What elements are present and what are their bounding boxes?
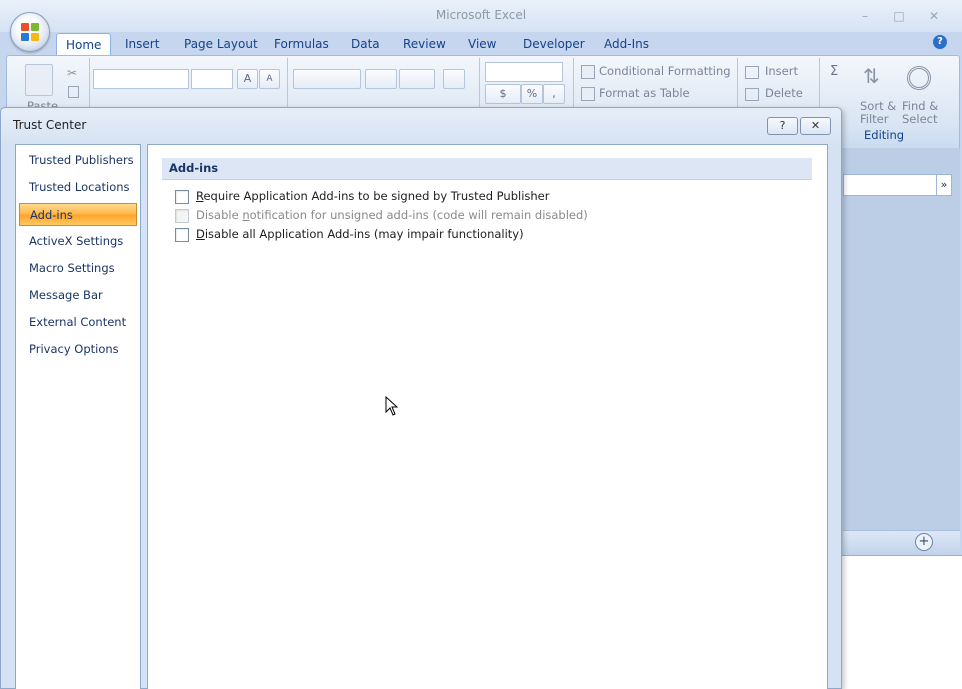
nav-item-add-ins[interactable]: Add-ins	[19, 203, 137, 226]
format-as-table-button[interactable]: Format as Table	[599, 86, 690, 100]
grow-font-button[interactable]: A	[237, 69, 258, 89]
autosum-icon[interactable]: Σ	[830, 64, 838, 79]
section-header: Add-ins	[162, 158, 812, 180]
nav-item-message-bar[interactable]: Message Bar	[19, 284, 137, 307]
maximize-button[interactable]: □	[888, 8, 910, 24]
nav-item-trusted-publishers[interactable]: Trusted Publishers	[19, 149, 137, 172]
add-ins-panel: Add-ins Require Application Add-ins to b…	[147, 144, 828, 689]
excel-title-bar: Microsoft Excel – □ ✕	[0, 0, 962, 32]
dialog-help-button[interactable]: ?	[767, 117, 798, 135]
tab-view[interactable]: View	[459, 33, 505, 55]
disable-notification-checkbox	[175, 209, 189, 223]
ribbon-help-icon[interactable]: ?	[933, 35, 947, 49]
conditional-formatting-icon	[581, 65, 595, 79]
trust-center-dialog: Trust Center ? ✕ Trusted Publishers Trus…	[0, 107, 842, 689]
delete-cells-button[interactable]: Delete	[765, 86, 803, 100]
section-title: Add-ins	[169, 161, 219, 175]
insert-cells-icon	[745, 66, 759, 79]
tab-add-ins[interactable]: Add-Ins	[595, 33, 658, 55]
trust-center-nav: Trusted Publishers Trusted Locations Add…	[15, 144, 141, 689]
font-size-box[interactable]	[191, 69, 233, 89]
close-window-button[interactable]: ✕	[923, 8, 945, 24]
nav-item-trusted-locations[interactable]: Trusted Locations	[19, 176, 137, 199]
tab-formulas[interactable]: Formulas	[265, 33, 338, 55]
vertical-align-buttons[interactable]	[293, 69, 361, 89]
expand-formula-bar-icon[interactable]: »	[936, 174, 952, 196]
find-select-label-2[interactable]: Select	[902, 112, 937, 126]
tab-data[interactable]: Data	[342, 33, 389, 55]
editing-group-label: Editing	[864, 128, 905, 142]
tab-developer[interactable]: Developer	[514, 33, 594, 55]
tab-review[interactable]: Review	[394, 33, 455, 55]
percent-button[interactable]: %	[521, 84, 543, 104]
find-select-icon	[907, 66, 931, 90]
office-button[interactable]	[10, 12, 50, 52]
sort-filter-icon: ⇅	[863, 64, 880, 88]
format-as-table-icon	[581, 87, 595, 101]
dialog-close-button[interactable]: ✕	[800, 117, 831, 135]
disable-notification-label: Disable notification for unsigned add-in…	[196, 208, 588, 222]
orientation-button[interactable]	[365, 69, 397, 89]
zoom-in-icon[interactable]: +	[915, 533, 933, 551]
number-format-box[interactable]	[485, 62, 563, 82]
nav-item-external-content[interactable]: External Content	[19, 311, 137, 334]
formula-bar-input[interactable]	[843, 174, 940, 196]
find-select-label-1[interactable]: Find &	[902, 99, 938, 113]
nav-item-activex-settings[interactable]: ActiveX Settings	[19, 230, 137, 253]
sort-filter-label-1[interactable]: Sort &	[860, 99, 896, 113]
sort-filter-label-2[interactable]: Filter	[860, 112, 888, 126]
wrap-text-button[interactable]	[443, 69, 465, 89]
delete-cells-icon	[745, 88, 759, 101]
paste-icon[interactable]	[25, 64, 53, 96]
insert-cells-button[interactable]: Insert	[765, 64, 798, 78]
require-signed-add-ins-checkbox[interactable]	[175, 190, 189, 204]
tab-home[interactable]: Home	[56, 33, 112, 56]
mouse-cursor-icon	[385, 396, 399, 416]
shrink-font-button[interactable]: A	[259, 69, 280, 89]
disable-all-add-ins-label[interactable]: Disable all Application Add-ins (may imp…	[196, 227, 524, 241]
dialog-title: Trust Center	[13, 118, 87, 132]
minimize-button[interactable]: –	[854, 8, 876, 24]
office-logo-icon	[21, 23, 39, 41]
worksheet-area	[843, 148, 960, 555]
excel-window-title: Microsoft Excel	[435, 8, 527, 22]
tab-insert[interactable]: Insert	[116, 33, 168, 55]
nav-item-privacy-options[interactable]: Privacy Options	[19, 338, 137, 361]
tab-page-layout[interactable]: Page Layout	[175, 33, 267, 55]
currency-button[interactable]: $	[485, 84, 521, 104]
disable-all-add-ins-checkbox[interactable]	[175, 228, 189, 242]
require-signed-add-ins-label[interactable]: Require Application Add-ins to be signed…	[196, 189, 549, 203]
comma-button[interactable]: ,	[543, 84, 565, 104]
conditional-formatting-button[interactable]: Conditional Formatting	[599, 64, 731, 78]
copy-icon[interactable]	[68, 86, 79, 98]
nav-item-macro-settings[interactable]: Macro Settings	[19, 257, 137, 280]
status-bar	[843, 530, 960, 555]
cut-icon[interactable]: ✂	[67, 66, 77, 80]
text-direction-button[interactable]	[399, 69, 435, 89]
font-name-box[interactable]	[93, 69, 189, 89]
